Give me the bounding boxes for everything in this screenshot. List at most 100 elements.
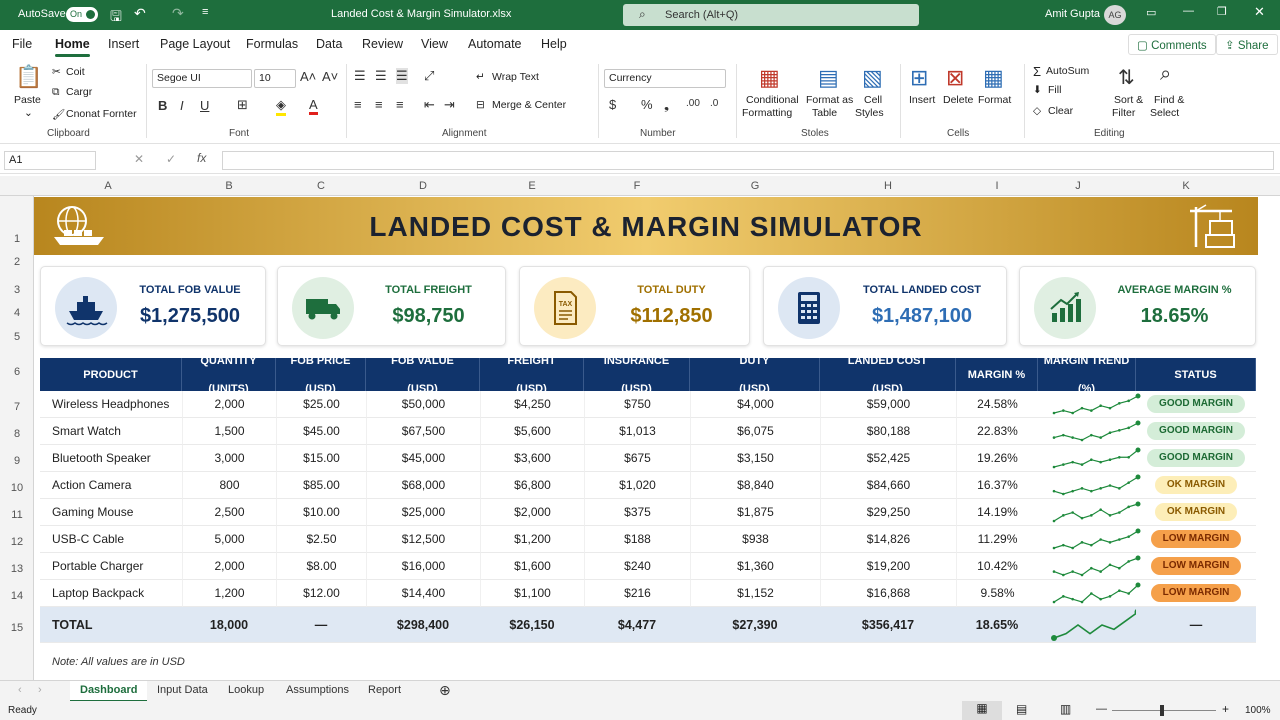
cell-name[interactable]: USB-C Cable	[40, 526, 182, 553]
cell-status[interactable]: LOW MARGIN	[1136, 580, 1256, 607]
cell-price[interactable]: $15.00	[276, 445, 366, 472]
row-header[interactable]: 1	[0, 233, 34, 245]
copy-button[interactable]: Cargr	[66, 86, 92, 98]
cell-name[interactable]: Action Camera	[40, 472, 182, 499]
format-cells-icon[interactable]: ▦	[983, 65, 1004, 91]
cell-trend[interactable]	[1038, 553, 1141, 580]
row-header[interactable]: 9	[0, 455, 34, 467]
cell-freight[interactable]: $5,600	[480, 418, 584, 445]
cell-freight[interactable]: $1,600	[480, 553, 584, 580]
cell-qty[interactable]: 2,000	[182, 553, 276, 580]
user-name[interactable]: Amit Gupta	[1045, 8, 1100, 20]
page-break-view-icon[interactable]: ▥	[1060, 702, 1071, 716]
format-painter-button[interactable]: Cnonat Fornter	[66, 108, 137, 120]
page-layout-view-icon[interactable]: ▤	[1016, 702, 1027, 716]
total-landed[interactable]: $356,417	[820, 607, 956, 643]
sort-filter-icon[interactable]: ⇅	[1118, 65, 1135, 90]
cell-name[interactable]: Bluetooth Speaker	[40, 445, 182, 472]
cell-landed[interactable]: $52,425	[820, 445, 956, 472]
normal-view-icon[interactable]: ▦	[962, 701, 1002, 720]
cell-fob[interactable]: $16,000	[366, 553, 480, 580]
sort-filter-button-2[interactable]: Filter	[1112, 107, 1135, 119]
cell-qty[interactable]: 5,000	[182, 526, 276, 553]
ribbon-display-icon[interactable]: ▭	[1146, 6, 1156, 19]
bold-icon[interactable]: B	[158, 98, 167, 113]
customize-qat-icon[interactable]: ≡	[202, 6, 208, 18]
name-box[interactable]: A1	[4, 151, 96, 170]
merge-icon[interactable]: ⊟	[476, 99, 485, 111]
row-header[interactable]: 12	[0, 536, 34, 548]
cell-qty[interactable]: 800	[182, 472, 276, 499]
tab-data[interactable]: Data	[316, 37, 342, 51]
col-header-e[interactable]: E	[480, 180, 584, 192]
avatar[interactable]: AG	[1104, 5, 1126, 25]
cell-trend[interactable]	[1038, 445, 1141, 472]
decrease-font-icon[interactable]: A˅	[322, 69, 338, 84]
cell-landed[interactable]: $80,188	[820, 418, 956, 445]
cell-qty[interactable]: 1,500	[182, 418, 276, 445]
cell-trend[interactable]	[1038, 391, 1141, 418]
copy-icon[interactable]: ⧉	[52, 86, 60, 99]
tab-automate[interactable]: Automate	[468, 37, 522, 51]
paste-button[interactable]: Paste	[14, 94, 41, 106]
cell-margin[interactable]: 16.37%	[956, 472, 1038, 499]
cell-margin[interactable]: 22.83%	[956, 418, 1038, 445]
total-margin[interactable]: 18.65%	[956, 607, 1038, 643]
sheet-tab-lookup[interactable]: Lookup	[228, 684, 264, 696]
cell-ins[interactable]: $750	[584, 391, 690, 418]
fill-icon[interactable]: ⬇	[1033, 84, 1042, 96]
cell-landed[interactable]: $59,000	[820, 391, 956, 418]
close-icon[interactable]: ✕	[1254, 4, 1265, 20]
add-sheet-icon[interactable]: ⊕	[439, 682, 451, 699]
cell-status[interactable]: LOW MARGIN	[1136, 553, 1256, 580]
enter-icon[interactable]: ✓	[166, 152, 176, 166]
cell-trend[interactable]	[1038, 418, 1141, 445]
cell-landed[interactable]: $16,868	[820, 580, 956, 607]
autosave-toggle[interactable]: On	[66, 7, 98, 22]
decrease-indent-icon[interactable]: ⇤	[424, 97, 435, 113]
col-header-h[interactable]: H	[820, 180, 956, 192]
total-ins[interactable]: $4,477	[584, 607, 690, 643]
row-header[interactable]: 13	[0, 563, 34, 575]
font-name-select[interactable]: Segoe UI	[152, 69, 252, 88]
clear-button[interactable]: Clear	[1048, 105, 1073, 117]
cell-fob[interactable]: $68,000	[366, 472, 480, 499]
cell-freight[interactable]: $1,200	[480, 526, 584, 553]
cell-ins[interactable]: $675	[584, 445, 690, 472]
cell-price[interactable]: $25.00	[276, 391, 366, 418]
col-header-j[interactable]: J	[1038, 180, 1118, 192]
conditional-formatting-button[interactable]: Conditional	[746, 94, 799, 106]
cell-margin[interactable]: 10.42%	[956, 553, 1038, 580]
conditional-formatting-button-2[interactable]: Formatting	[742, 107, 792, 119]
cell-styles-button[interactable]: Cell	[864, 94, 882, 106]
find-select-icon[interactable]: ⌕	[1160, 63, 1171, 86]
zoom-out-icon[interactable]: —	[1096, 703, 1107, 715]
cell-trend[interactable]	[1038, 499, 1141, 526]
cell-trend[interactable]	[1038, 580, 1141, 607]
sheet-tab-dashboard[interactable]: Dashboard	[70, 681, 148, 702]
total-status[interactable]: —	[1136, 607, 1256, 643]
maximize-icon[interactable]: ❐	[1217, 5, 1227, 18]
cell-freight[interactable]: $2,000	[480, 499, 584, 526]
delete-cells-button[interactable]: Delete	[943, 94, 973, 106]
tab-file[interactable]: File	[12, 37, 32, 51]
row-header[interactable]: 6	[0, 366, 34, 378]
total-name[interactable]: TOTAL	[40, 607, 182, 643]
cut-icon[interactable]: ✂	[52, 66, 61, 78]
cell-freight[interactable]: $6,800	[480, 472, 584, 499]
cell-landed[interactable]: $84,660	[820, 472, 956, 499]
cell-styles-icon[interactable]: ▧	[862, 65, 883, 91]
underline-icon[interactable]: U	[200, 98, 209, 113]
align-bottom-icon[interactable]: ☰	[396, 68, 408, 84]
increase-indent-icon[interactable]: ⇥	[444, 97, 455, 113]
decrease-decimal-icon[interactable]: .0	[710, 98, 718, 109]
cell-fob[interactable]: $67,500	[366, 418, 480, 445]
cell-status[interactable]: OK MARGIN	[1136, 499, 1256, 526]
cell-ins[interactable]: $1,020	[584, 472, 690, 499]
total-duty[interactable]: $27,390	[690, 607, 820, 643]
merge-center-button[interactable]: Merge & Center	[492, 99, 566, 111]
tab-review[interactable]: Review	[362, 37, 403, 51]
increase-font-icon[interactable]: A˄	[300, 69, 316, 84]
cell-name[interactable]: Portable Charger	[40, 553, 182, 580]
cell-trend[interactable]	[1038, 472, 1141, 499]
